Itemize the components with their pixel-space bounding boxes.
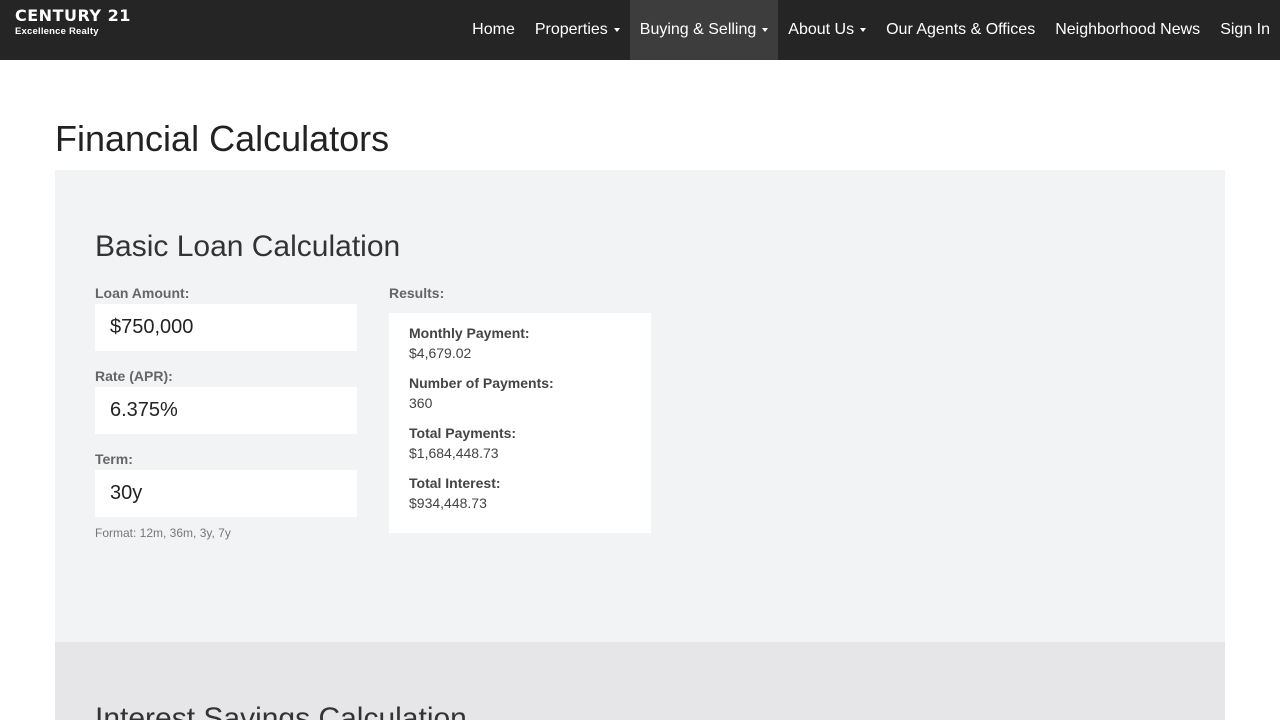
rate-input[interactable] <box>95 387 357 434</box>
nav-item-about-us[interactable]: About Us <box>778 0 876 60</box>
loan-amount-input[interactable] <box>95 304 357 351</box>
loan-amount-label: Loan Amount: <box>95 285 190 301</box>
nav-item-home[interactable]: Home <box>462 0 525 60</box>
navbar: CENTURY 21 Excellence Realty Home Proper… <box>0 0 1280 60</box>
nav-item-label: Properties <box>534 21 608 38</box>
interest-savings-title: Interest Savings Calculation <box>95 702 467 720</box>
nav-item-properties[interactable]: Properties <box>525 0 630 60</box>
nav-item-agents-offices[interactable]: Our Agents & Offices <box>876 0 1045 60</box>
nav-item-label: About Us <box>788 21 855 38</box>
rate-label: Rate (APR): <box>95 368 173 384</box>
result-total-interest: Total Interest: $934,448.73 <box>409 475 631 511</box>
nav-item-label: Sign In <box>1220 21 1270 38</box>
results-label: Results: <box>389 285 445 301</box>
nav-item-label: Buying & Selling <box>639 21 757 38</box>
nav-item-buying-selling[interactable]: Buying & Selling <box>629 0 779 60</box>
caret-down-icon <box>762 28 769 32</box>
nav-item-label: Neighborhood News <box>1055 21 1201 38</box>
page-title: Financial Calculators <box>55 118 390 159</box>
term-input[interactable] <box>95 470 357 517</box>
basic-loan-title: Basic Loan Calculation <box>95 230 401 263</box>
caret-down-icon <box>860 28 867 32</box>
results-box: Monthly Payment: $4,679.02 Number of Pay… <box>389 313 651 533</box>
result-value: 360 <box>409 395 433 411</box>
brand-logo[interactable]: CENTURY 21 Excellence Realty <box>15 6 131 38</box>
result-label: Monthly Payment: <box>409 325 530 341</box>
caret-down-icon <box>613 28 620 32</box>
result-label: Total Payments: <box>409 425 517 441</box>
main-nav: Home Properties Buying & Selling About U… <box>462 0 1280 60</box>
result-label: Total Interest: <box>409 475 501 491</box>
result-monthly-payment: Monthly Payment: $4,679.02 <box>409 325 631 361</box>
nav-item-neighborhood-news[interactable]: Neighborhood News <box>1045 0 1210 60</box>
result-total-payments: Total Payments: $1,684,448.73 <box>409 425 631 461</box>
term-format-hint: Format: 12m, 36m, 3y, 7y <box>95 526 231 540</box>
term-label: Term: <box>95 451 133 467</box>
result-value: $1,684,448.73 <box>409 445 499 461</box>
nav-item-label: Our Agents & Offices <box>886 21 1036 38</box>
nav-item-sign-in[interactable]: Sign In <box>1210 0 1280 60</box>
result-label: Number of Payments: <box>409 375 554 391</box>
brand-tagline: Excellence Realty <box>15 26 99 37</box>
nav-item-label: Home <box>472 21 515 38</box>
brand-name: CENTURY 21 <box>15 6 131 25</box>
result-value: $4,679.02 <box>409 345 472 361</box>
result-number-of-payments: Number of Payments: 360 <box>409 375 631 411</box>
result-value: $934,448.73 <box>409 495 487 511</box>
